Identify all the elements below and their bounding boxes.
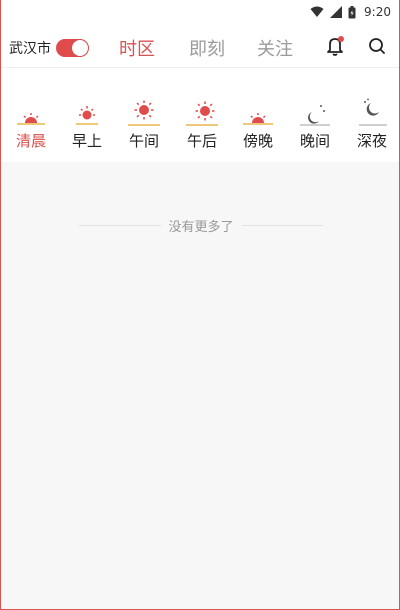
divider-right <box>241 225 324 226</box>
noon-sun-icon <box>119 98 169 128</box>
status-bar: 9:20 <box>1 0 399 24</box>
toggle-knob <box>72 40 88 56</box>
period-item-noon[interactable]: 午间 <box>119 98 169 151</box>
morning-sun-icon <box>62 98 112 128</box>
period-label: 清晨 <box>15 132 46 150</box>
tab-follow[interactable]: 关注 <box>257 35 293 61</box>
search-icon[interactable] <box>367 35 387 61</box>
period-item-early-morning[interactable]: 清晨 <box>6 98 56 151</box>
city-label[interactable]: 武汉市 <box>9 38 51 58</box>
period-item-afternoon[interactable]: 午后 <box>177 98 227 151</box>
notification-dot <box>338 36 344 42</box>
period-selector: 清晨 早上 午间 午后 傍晚 晚间 深夜 <box>1 68 399 162</box>
feed-area: 没有更多了 <box>1 162 399 609</box>
signal-icon <box>330 6 343 18</box>
afternoon-sun-icon <box>177 98 227 128</box>
no-more-indicator: 没有更多了 <box>79 216 324 235</box>
tab-timezone[interactable]: 时区 <box>119 35 155 61</box>
wifi-icon <box>310 6 324 18</box>
status-time: 9:20 <box>364 5 391 19</box>
evening-moon-icon <box>290 98 340 128</box>
period-label: 深夜 <box>356 132 387 150</box>
location-toggle[interactable] <box>56 39 89 57</box>
period-label: 午后 <box>186 132 217 150</box>
divider-left <box>79 225 161 226</box>
bell-icon[interactable] <box>325 35 345 61</box>
no-more-text: 没有更多了 <box>168 220 234 235</box>
period-label: 晚间 <box>299 132 330 150</box>
period-label: 傍晚 <box>242 132 273 150</box>
period-label: 早上 <box>71 132 102 150</box>
sunrise-icon <box>6 98 56 128</box>
period-item-morning[interactable]: 早上 <box>62 98 112 151</box>
battery-icon <box>348 5 356 19</box>
sunset-icon <box>233 98 283 128</box>
period-item-dusk[interactable]: 傍晚 <box>233 98 283 151</box>
night-moon-icon <box>347 98 397 128</box>
tab-instant[interactable]: 即刻 <box>189 35 225 61</box>
top-nav: 武汉市 时区 即刻 关注 <box>1 24 399 68</box>
period-item-late-night[interactable]: 深夜 <box>347 98 397 151</box>
period-label: 午间 <box>128 132 159 150</box>
period-item-evening[interactable]: 晚间 <box>290 98 340 151</box>
